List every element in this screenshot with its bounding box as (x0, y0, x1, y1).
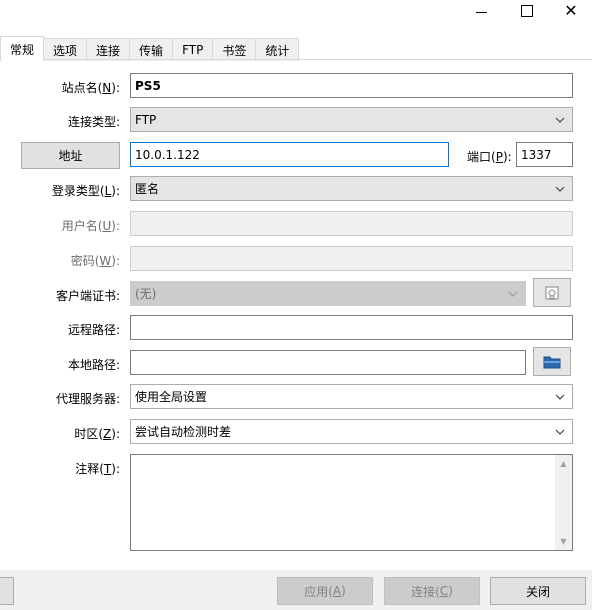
maximize-icon (521, 5, 533, 17)
tab-label: 连接 (96, 43, 121, 58)
connect-button[interactable]: 连接(C) (384, 577, 480, 605)
tab-label: 常规 (10, 42, 35, 57)
minimize-icon (475, 11, 487, 13)
login-type-label: 登录类型(L): (51, 184, 120, 198)
local-path-browse-button[interactable] (533, 347, 571, 376)
username-label: 用户名(U): (61, 219, 120, 233)
notes-label: 注释(T): (75, 462, 120, 476)
tab-label: 传输 (139, 43, 164, 58)
tab-general[interactable]: 常规 (0, 36, 45, 61)
cert-browse-button[interactable] (533, 278, 571, 307)
tab-ftp[interactable]: FTP (172, 38, 214, 61)
tab-strip: 常规 选项 连接 传输 FTP 书签 统计 (0, 36, 300, 61)
notes-textarea[interactable]: ▲ ▼ (130, 454, 573, 551)
tab-divider (0, 59, 592, 60)
close-icon: ✕ (564, 1, 578, 20)
timezone-select[interactable]: 尝试自动检测时差 (130, 419, 573, 444)
tab-connection[interactable]: 连接 (86, 38, 131, 61)
proxy-select[interactable]: 使用全局设置 (130, 384, 573, 409)
timezone-label: 时区(Z): (74, 427, 120, 441)
chevron-down-icon (555, 429, 565, 435)
tab-label: FTP (182, 43, 204, 57)
login-type-select[interactable]: 匿名 (130, 176, 573, 201)
tab-label: 选项 (53, 43, 78, 58)
close-button[interactable]: 关闭 (490, 577, 586, 605)
notes-scrollbar[interactable]: ▲ ▼ (555, 455, 572, 550)
port-input[interactable]: 1337 (516, 142, 573, 167)
maximize-button[interactable] (508, 0, 546, 22)
tab-transfer[interactable]: 传输 (129, 38, 174, 61)
username-input[interactable] (130, 211, 573, 236)
site-name-input[interactable]: PS5 (130, 73, 573, 98)
local-path-label: 本地路径: (67, 358, 120, 372)
address-button[interactable]: 地址 (21, 142, 120, 169)
certificate-icon (545, 286, 559, 300)
proxy-label: 代理服务器: (55, 392, 120, 406)
client-cert-label: 客户端证书: (55, 289, 120, 303)
tab-options[interactable]: 选项 (43, 38, 88, 61)
remote-path-label: 远程路径: (67, 323, 120, 337)
remote-path-input[interactable] (130, 315, 573, 340)
tab-label: 书签 (222, 43, 247, 58)
port-label: 端口(P): (467, 150, 512, 164)
minimize-button[interactable] (462, 0, 500, 22)
chevron-down-icon (555, 186, 565, 192)
folder-icon (543, 356, 561, 368)
address-input[interactable]: 10.0.1.122 (130, 142, 449, 167)
tab-statistics[interactable]: 统计 (255, 38, 300, 61)
site-name-label: 站点名(N): (61, 81, 120, 95)
chevron-down-icon (508, 291, 518, 297)
apply-button[interactable]: 应用(A) (277, 577, 373, 605)
scroll-down-icon[interactable]: ▼ (555, 533, 572, 550)
connection-type-select[interactable]: FTP (130, 107, 573, 132)
new-site-button[interactable] (0, 577, 14, 605)
close-window-button[interactable]: ✕ (552, 0, 590, 22)
password-input[interactable] (130, 246, 573, 271)
client-cert-select[interactable]: (无) (130, 281, 526, 306)
scroll-up-icon[interactable]: ▲ (555, 455, 572, 472)
tab-label: 统计 (265, 43, 290, 58)
local-path-input[interactable] (130, 350, 526, 375)
password-label: 密码(W): (70, 254, 120, 268)
connection-type-label: 连接类型: (67, 115, 120, 129)
chevron-down-icon (555, 117, 565, 123)
tab-bookmarks[interactable]: 书签 (212, 38, 257, 61)
chevron-down-icon (555, 394, 565, 400)
